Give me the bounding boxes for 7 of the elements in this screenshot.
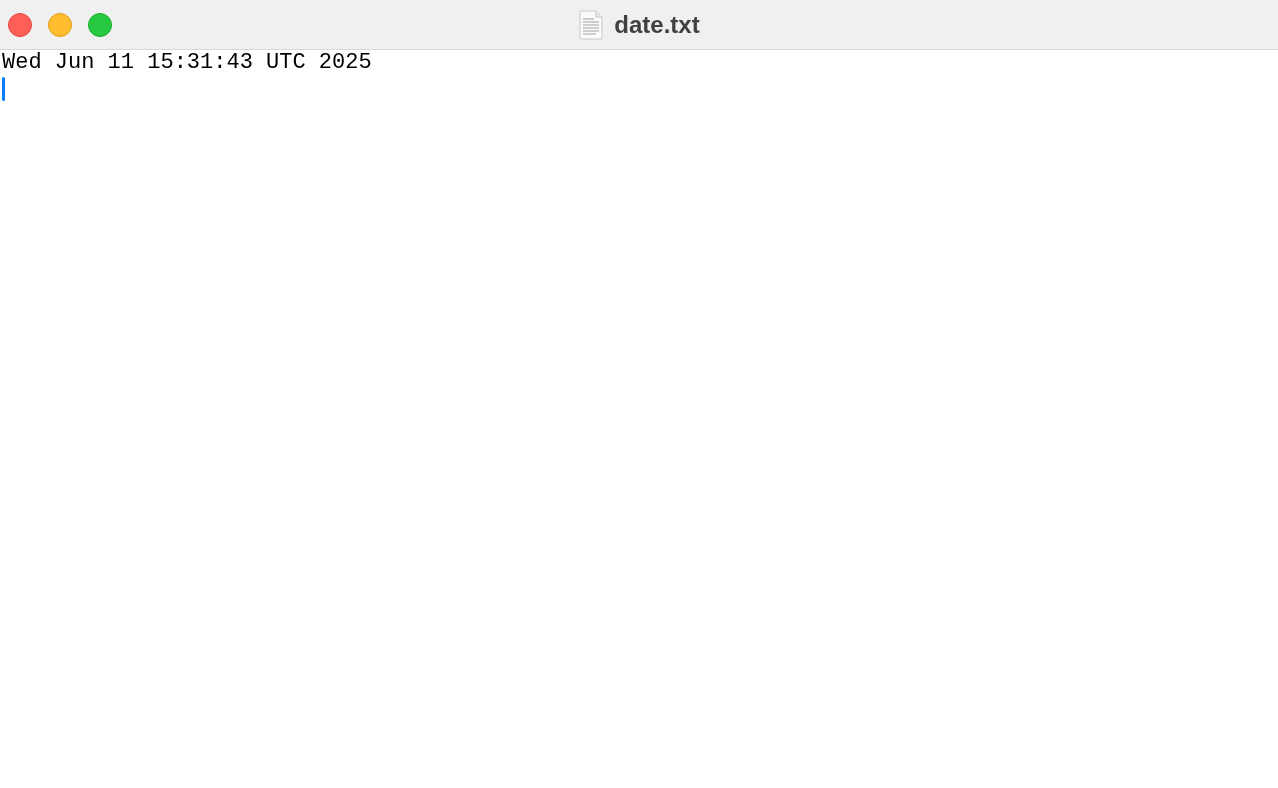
text-cursor	[2, 77, 5, 101]
text-line: Wed Jun 11 15:31:43 UTC 2025	[2, 50, 372, 75]
minimize-button[interactable]	[48, 12, 72, 37]
close-button[interactable]	[8, 12, 32, 37]
zoom-button[interactable]	[88, 12, 112, 37]
document-icon	[578, 9, 605, 40]
window-title: date.txt	[614, 10, 700, 39]
